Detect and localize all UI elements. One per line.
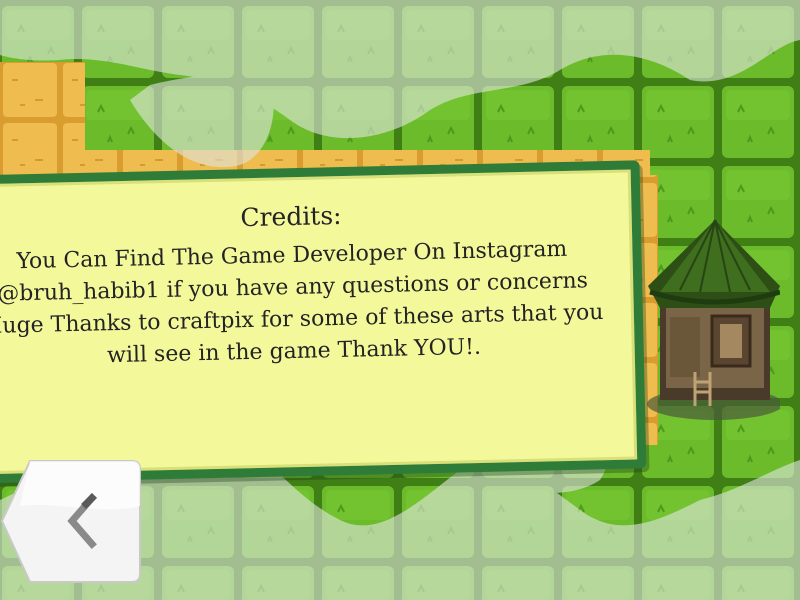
credits-text-block: Credits: You Can Find The Game Developer… [0, 192, 627, 375]
back-button[interactable] [0, 456, 145, 591]
game-scene: Credits: You Can Find The Game Developer… [0, 0, 800, 600]
thatched-hut [647, 219, 780, 420]
